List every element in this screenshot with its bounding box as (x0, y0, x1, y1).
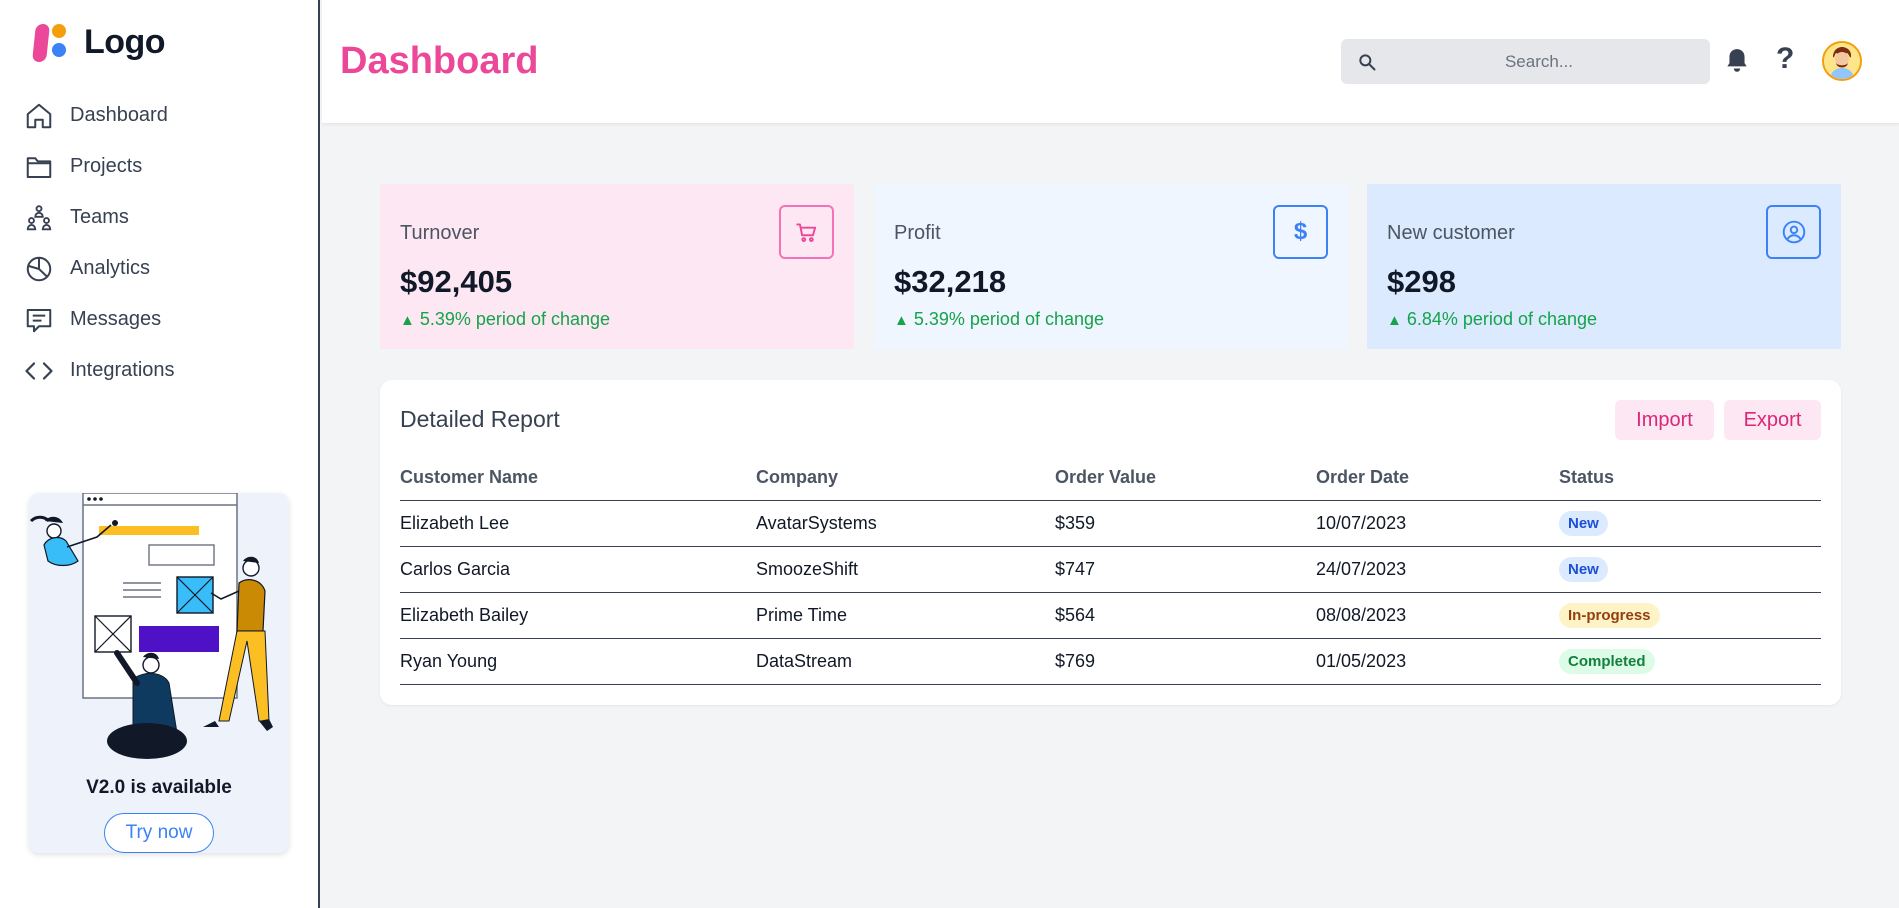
stat-label: Profit (894, 222, 941, 244)
cell-order-date: 24/07/2023 (1316, 546, 1559, 593)
sidebar: Logo Dashboard Projects Teams Analytics … (0, 0, 320, 908)
column-header-customer-name[interactable]: Customer Name (400, 455, 756, 501)
search-input[interactable] (1389, 39, 1689, 84)
cell-order-value: $747 (1055, 546, 1316, 593)
sidebar-nav: Dashboard Projects Teams Analytics Messa… (24, 90, 304, 396)
page-title: Dashboard (340, 40, 539, 82)
teams-icon (26, 204, 52, 230)
cart-icon[interactable] (779, 205, 834, 259)
cell-status: Completed (1559, 638, 1821, 685)
status-badge: New (1559, 510, 1608, 536)
cell-customer-name: Ryan Young (400, 638, 756, 685)
sidebar-item-label: Messages (70, 308, 162, 330)
cell-company: Prime Time (756, 592, 1055, 639)
sidebar-item-dashboard[interactable]: Dashboard (24, 90, 304, 141)
search-icon (1359, 54, 1376, 71)
sidebar-item-teams[interactable]: Teams (24, 192, 304, 243)
dollar-icon[interactable]: $ (1273, 205, 1328, 259)
cell-order-date: 08/08/2023 (1316, 592, 1559, 639)
stat-card-new-customer: New customer $298 ▲ 6.84% period of chan… (1367, 184, 1841, 349)
stat-label: Turnover (400, 222, 480, 244)
detailed-report-panel: Detailed Report Import Export Customer N… (380, 380, 1841, 705)
cell-order-value: $769 (1055, 638, 1316, 685)
column-header-order-date[interactable]: Order Date (1316, 455, 1559, 501)
stat-value: $92,405 (400, 264, 513, 299)
column-header-status[interactable]: Status (1559, 455, 1821, 501)
sidebar-item-messages[interactable]: Messages (24, 294, 304, 345)
sidebar-item-integrations[interactable]: Integrations (24, 345, 304, 396)
sidebar-item-projects[interactable]: Projects (24, 141, 304, 192)
home-icon (26, 103, 52, 128)
cell-customer-name: Elizabeth Lee (400, 500, 756, 547)
table-row[interactable]: Elizabeth Lee AvatarSystems $359 10/07/2… (400, 500, 1821, 547)
logo-text: Logo (84, 22, 166, 61)
stat-card-turnover: Turnover $92,405 ▲ 5.39% period of chang… (380, 184, 854, 349)
logo-mark-icon (30, 22, 74, 62)
table-row[interactable]: Elizabeth Bailey Prime Time $564 08/08/2… (400, 592, 1821, 639)
stat-value: $298 (1387, 264, 1456, 299)
stat-card-profit: Profit $ $32,218 ▲ 5.39% period of chang… (874, 184, 1348, 349)
cell-status: New (1559, 546, 1821, 593)
column-header-order-value[interactable]: Order Value (1055, 455, 1316, 501)
table-header-row: Customer Name Company Order Value Order … (400, 455, 1821, 501)
cell-company: SmoozeShift (756, 546, 1055, 593)
stat-change-text: 6.84% period of change (1406, 309, 1598, 329)
status-badge: New (1559, 556, 1608, 582)
sidebar-item-label: Analytics (70, 257, 151, 279)
report-table: Customer Name Company Order Value Order … (400, 455, 1821, 685)
cell-customer-name: Carlos Garcia (400, 546, 756, 593)
top-header: Dashboard ? (322, 0, 1899, 124)
cell-company: DataStream (756, 638, 1055, 685)
help-icon[interactable]: ? (1776, 42, 1794, 76)
column-header-company[interactable]: Company (756, 455, 1055, 501)
sidebar-item-analytics[interactable]: Analytics (24, 243, 304, 294)
trend-up-icon: ▲ (1387, 312, 1402, 329)
sidebar-item-label: Integrations (70, 359, 175, 381)
report-title: Detailed Report (400, 406, 560, 432)
table-row[interactable]: Ryan Young DataStream $769 01/05/2023 Co… (400, 638, 1821, 685)
promo-title: V2.0 is available (86, 777, 232, 798)
sidebar-item-label: Teams (70, 206, 129, 228)
code-icon (25, 361, 53, 380)
trend-up-icon: ▲ (400, 312, 415, 329)
search-box[interactable] (1341, 39, 1710, 84)
cell-status: New (1559, 500, 1821, 547)
status-badge: In-progress (1559, 602, 1660, 628)
collaboration-illustration (29, 493, 273, 759)
stat-change: ▲ 5.39% period of change (894, 309, 1104, 330)
stat-label: New customer (1387, 222, 1515, 244)
stat-change: ▲ 5.39% period of change (400, 309, 610, 330)
bell-icon[interactable] (1724, 47, 1750, 75)
status-badge: Completed (1559, 648, 1655, 674)
sidebar-item-label: Dashboard (70, 104, 168, 126)
pie-chart-icon (26, 256, 52, 281)
cell-order-value: $564 (1055, 592, 1316, 639)
cell-customer-name: Elizabeth Bailey (400, 592, 756, 639)
sidebar-item-label: Projects (70, 155, 143, 177)
export-button[interactable]: Export (1724, 400, 1821, 440)
import-button[interactable]: Import (1615, 400, 1714, 440)
cell-company: AvatarSystems (756, 500, 1055, 547)
cell-order-value: $359 (1055, 500, 1316, 547)
stat-value: $32,218 (894, 264, 1007, 299)
stat-change: ▲ 6.84% period of change (1387, 309, 1597, 330)
try-now-button[interactable]: Try now (104, 813, 214, 853)
table-row[interactable]: Carlos Garcia SmoozeShift $747 24/07/202… (400, 546, 1821, 593)
stat-change-text: 5.39% period of change (419, 309, 611, 329)
stat-change-text: 5.39% period of change (913, 309, 1105, 329)
message-icon (26, 308, 52, 332)
cell-order-date: 10/07/2023 (1316, 500, 1559, 547)
upgrade-promo-card: V2.0 is available Try now (29, 493, 289, 853)
cell-order-date: 01/05/2023 (1316, 638, 1559, 685)
logo[interactable]: Logo (30, 22, 166, 62)
folder-icon (26, 156, 52, 178)
user-avatar-icon (1824, 43, 1860, 79)
cell-status: In-progress (1559, 592, 1821, 639)
user-circle-icon[interactable] (1766, 205, 1821, 259)
trend-up-icon: ▲ (894, 312, 909, 329)
avatar[interactable] (1822, 41, 1862, 81)
